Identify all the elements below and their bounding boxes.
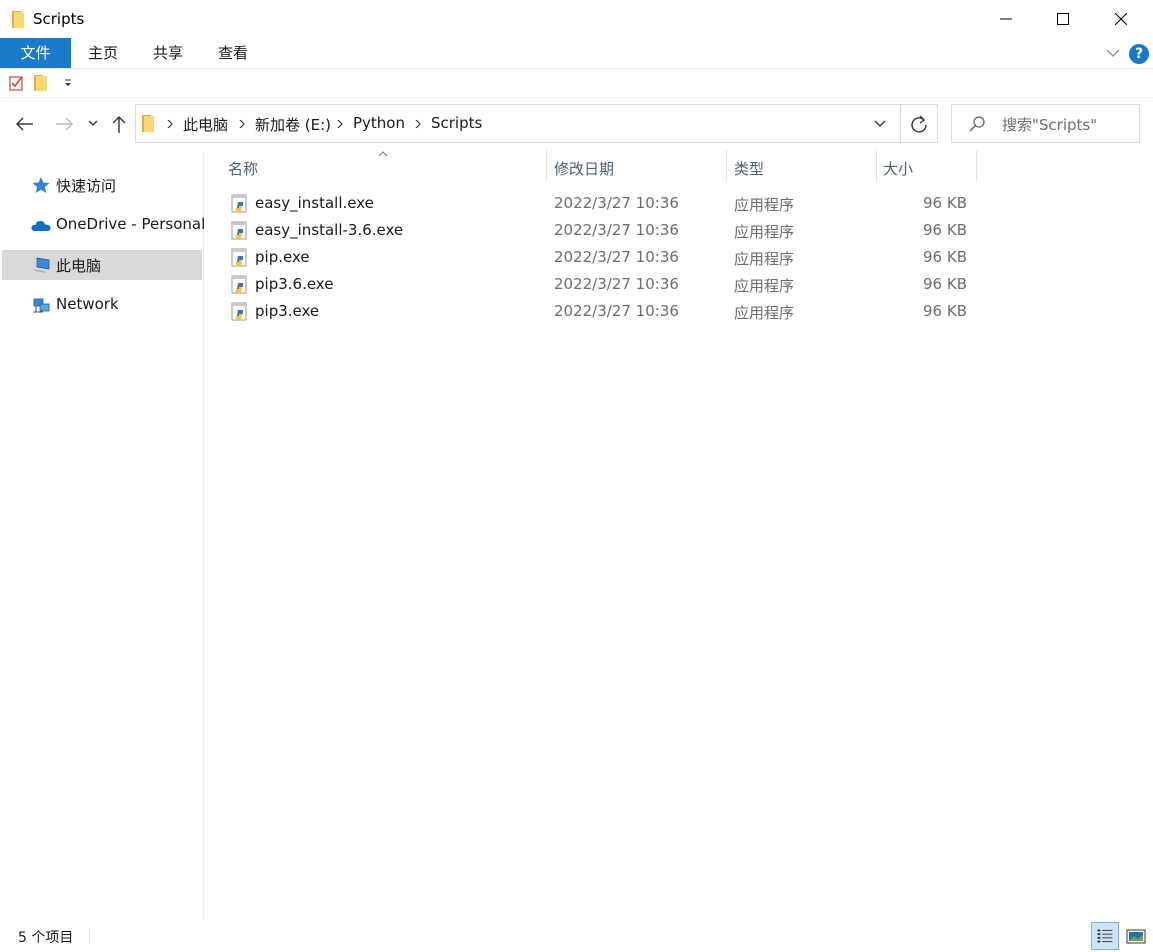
file-size: 96 KB [923, 248, 967, 266]
ribbon-tabs: 文件 主页 共享 查看 ? [0, 38, 1153, 69]
chevron-down-icon[interactable] [872, 117, 888, 131]
breadcrumb-this-pc[interactable]: 此电脑 [183, 114, 228, 135]
search-box[interactable]: 搜索"Scripts" [951, 104, 1140, 143]
file-name: easy_install.exe [255, 194, 374, 212]
sidebar-item-this-pc[interactable]: 此电脑 [2, 250, 202, 280]
column-header-label: 类型 [734, 160, 765, 178]
close-icon [1115, 13, 1127, 25]
tab-share[interactable]: 共享 [140, 38, 196, 68]
large-icons-view-icon[interactable] [1122, 922, 1150, 950]
file-row[interactable]: pip3.6.exe 2022/3/27 10:36 应用程序 96 KB [225, 272, 985, 299]
item-count: 5 个项目 [18, 930, 74, 946]
file-date: 2022/3/27 10:36 [554, 275, 679, 293]
file-type: 应用程序 [734, 223, 795, 241]
tab-home[interactable]: 主页 [75, 38, 131, 68]
sidebar-item-label: 此电脑 [56, 257, 102, 275]
file-date: 2022/3/27 10:36 [554, 221, 679, 239]
address-bar[interactable]: 此电脑 新加卷 (E:) Python Scripts [135, 104, 938, 143]
close-button[interactable] [1093, 0, 1149, 38]
status-divider [89, 928, 90, 944]
sidebar-item-label: 快速访问 [56, 177, 117, 195]
maximize-button[interactable] [1035, 0, 1091, 38]
file-row[interactable]: pip3.exe 2022/3/27 10:36 应用程序 96 KB [225, 299, 985, 326]
sidebar-item-onedrive[interactable]: OneDrive - Personal [2, 210, 206, 240]
sidebar-item-quick-access[interactable]: 快速访问 [2, 170, 202, 200]
column-header-label: 大小 [883, 160, 914, 178]
title-bar: Scripts [0, 0, 1153, 38]
file-name: easy_install-3.6.exe [255, 221, 404, 239]
forward-arrow-icon[interactable] [51, 112, 77, 136]
sidebar-item-label: OneDrive - Personal [56, 215, 206, 233]
file-size: 96 KB [923, 194, 967, 212]
file-name: pip.exe [255, 248, 310, 266]
sidebar-item-label: Network [56, 295, 119, 313]
recent-locations-chevron-icon[interactable] [86, 116, 100, 130]
refresh-icon[interactable] [908, 113, 930, 135]
details-view-icon[interactable] [1091, 922, 1119, 950]
file-date: 2022/3/27 10:36 [554, 194, 679, 212]
file-name: pip3.6.exe [255, 275, 334, 293]
search-icon [969, 116, 985, 132]
maximize-icon [1057, 13, 1069, 25]
file-row[interactable]: pip.exe 2022/3/27 10:36 应用程序 96 KB [225, 245, 985, 272]
properties-icon[interactable] [9, 75, 24, 91]
chevron-right-icon[interactable] [237, 117, 247, 131]
cloud-icon [31, 220, 51, 231]
column-separator[interactable] [876, 150, 877, 182]
window-title: Scripts [33, 10, 85, 28]
file-type: 应用程序 [734, 304, 795, 322]
network-icon [33, 298, 50, 313]
sort-ascending-icon [378, 151, 388, 157]
folder-icon [12, 11, 24, 28]
up-arrow-icon[interactable] [108, 112, 130, 136]
quick-access-toolbar [0, 70, 1153, 98]
column-separator[interactable] [726, 150, 727, 182]
search-input[interactable]: 搜索"Scripts" [1002, 114, 1097, 135]
back-arrow-icon[interactable] [12, 112, 38, 136]
file-row[interactable]: easy_install-3.6.exe 2022/3/27 10:36 应用程… [225, 218, 985, 245]
breadcrumb-drive-e[interactable]: 新加卷 (E:) [255, 114, 331, 135]
tab-view[interactable]: 查看 [205, 38, 261, 68]
computer-icon [33, 257, 50, 273]
sidebar-item-network[interactable]: Network [2, 290, 202, 320]
file-date: 2022/3/27 10:36 [554, 248, 679, 266]
new-folder-icon[interactable] [34, 75, 47, 91]
file-size: 96 KB [923, 302, 967, 320]
folder-icon [142, 115, 154, 132]
minimize-button[interactable] [978, 0, 1034, 38]
status-bar: 5 个项目 [0, 920, 1153, 952]
chevron-right-icon[interactable] [165, 117, 175, 131]
breadcrumb-python[interactable]: Python [353, 114, 405, 132]
file-type: 应用程序 [734, 196, 795, 214]
file-type: 应用程序 [734, 277, 795, 295]
tab-file[interactable]: 文件 [0, 38, 71, 68]
file-size: 96 KB [923, 221, 967, 239]
file-date: 2022/3/27 10:36 [554, 302, 679, 320]
column-header-label: 名称 [228, 160, 259, 178]
python-exe-icon [231, 302, 247, 321]
file-list: 名称 修改日期 类型 大小 easy_install.exe 2022/3/27… [205, 150, 1153, 920]
minimize-icon [1000, 18, 1012, 20]
chevron-right-icon[interactable] [335, 117, 345, 131]
python-exe-icon [231, 248, 247, 267]
customize-dropdown-icon[interactable] [63, 78, 73, 88]
python-exe-icon [231, 194, 247, 213]
file-name: pip3.exe [255, 302, 320, 320]
python-exe-icon [231, 275, 247, 294]
breadcrumb-scripts[interactable]: Scripts [431, 114, 482, 132]
navigation-pane: 快速访问 OneDrive - Personal 此电脑 Network [0, 150, 206, 920]
address-divider [900, 105, 901, 142]
file-row[interactable]: easy_install.exe 2022/3/27 10:36 应用程序 96… [225, 191, 985, 218]
chevron-down-icon[interactable] [1104, 44, 1122, 62]
file-size: 96 KB [923, 275, 967, 293]
column-separator[interactable] [976, 150, 977, 182]
chevron-right-icon[interactable] [413, 117, 423, 131]
column-separator[interactable] [546, 150, 547, 182]
help-icon[interactable]: ? [1129, 44, 1149, 64]
star-icon [32, 177, 50, 193]
column-header-label: 修改日期 [554, 160, 615, 178]
file-type: 应用程序 [734, 250, 795, 268]
python-exe-icon [231, 221, 247, 240]
